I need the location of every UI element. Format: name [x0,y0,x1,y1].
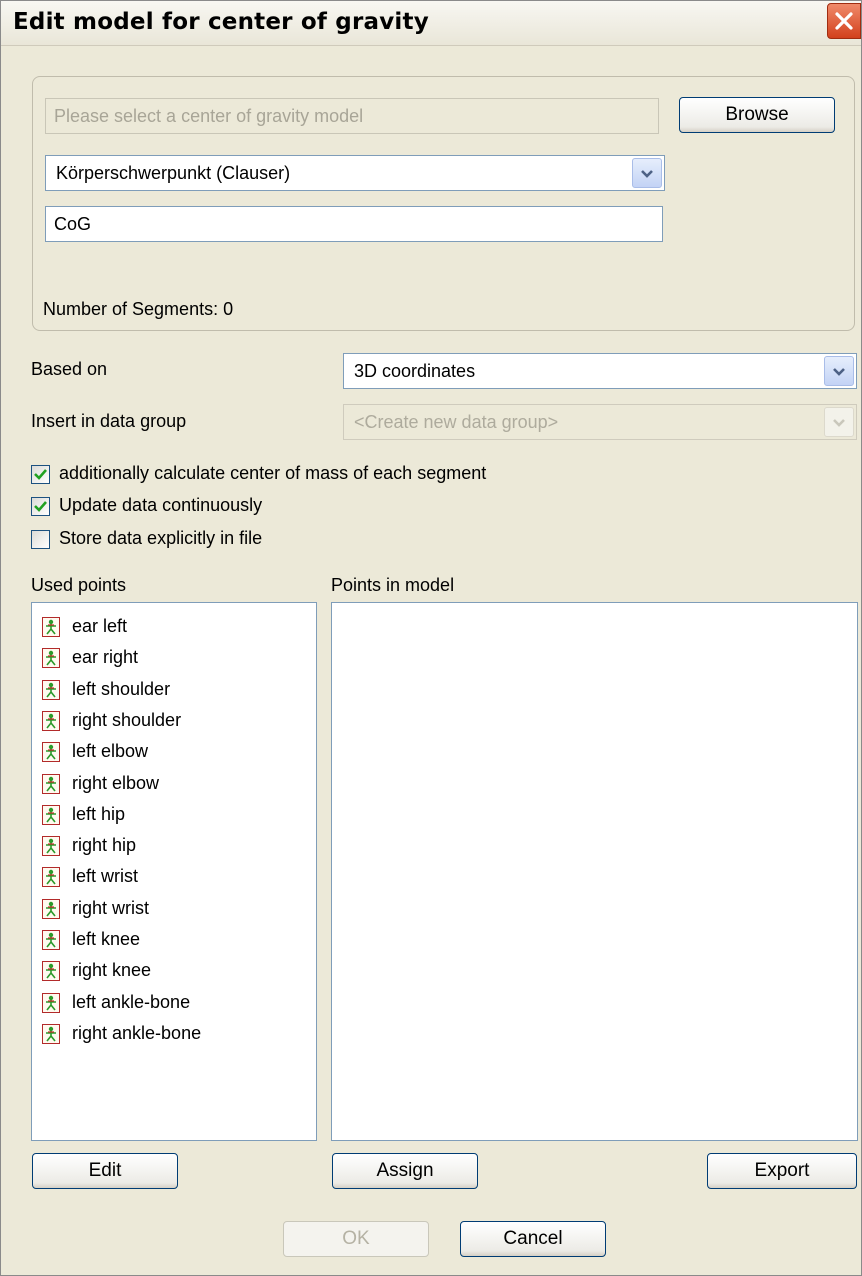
list-item-label: left wrist [72,866,139,887]
ok-button: OK [283,1221,429,1257]
data-group-value: <Create new data group> [354,412,559,432]
data-group-dropdown-button [824,407,854,437]
update-continuously-checkbox[interactable] [31,497,50,516]
person-point-icon [42,710,60,731]
points-in-model-header: Points in model [331,575,455,595]
list-item-label: ear right [72,647,139,668]
store-in-file-label[interactable]: Store data explicitly in file [59,528,262,549]
chevron-down-icon [641,170,653,178]
person-point-icon [42,648,60,669]
person-point-icon [42,1023,60,1044]
list-item-label: right shoulder [72,709,182,730]
checkmark-icon [34,469,47,480]
points-in-model-list[interactable] [331,602,858,1141]
list-item-label: right ankle-bone [72,1022,202,1043]
used-points-header: Used points [31,575,127,595]
model-select-dropdown-button[interactable] [632,158,662,188]
person-point-icon [42,742,60,763]
title-bar[interactable]: Edit model for center of gravity [1,1,861,46]
list-item-label: left knee [72,929,141,949]
list-item-label: ear left [72,616,128,636]
assign-button[interactable]: Assign [332,1153,478,1189]
cancel-button[interactable]: Cancel [460,1221,606,1257]
segments-count: Number of Segments: 0 [43,299,234,319]
calc-segment-mass-label[interactable]: additionally calculate center of mass of… [59,463,486,484]
data-group-select: <Create new data group> [343,404,857,440]
model-select-value: Körperschwerpunkt (Clauser) [56,163,291,183]
based-on-value: 3D coordinates [354,361,476,381]
person-point-icon [42,930,60,950]
list-item-label: right elbow [72,772,160,793]
close-icon [835,12,853,30]
person-point-icon [42,836,60,857]
person-point-icon [42,961,60,982]
person-point-icon [42,867,60,888]
list-item-label: left elbow [72,741,149,762]
model-name-input[interactable]: CoG [45,206,663,242]
person-point-icon [42,773,60,794]
person-point-icon [42,804,60,825]
edit-button[interactable]: Edit [32,1153,178,1189]
close-button[interactable] [827,3,861,39]
dialog-title: Edit model for center of gravity [13,9,429,35]
used-points-list[interactable]: ear left ear right left shoulder right shou… [31,602,317,1141]
based-on-dropdown-button[interactable] [824,356,854,386]
browse-button[interactable]: Browse [679,97,835,133]
checkmark-icon [34,501,47,512]
model-select[interactable]: Körperschwerpunkt (Clauser) [45,155,665,191]
list-item-label: right knee [72,960,152,981]
calc-segment-mass-checkbox[interactable] [31,465,50,484]
list-item-label: right wrist [72,897,150,918]
store-in-file-checkbox[interactable] [31,530,50,549]
update-continuously-label[interactable]: Update data continuously [59,495,262,516]
list-item-label: left shoulder [72,678,171,699]
list-item-label: left hip [72,803,126,824]
insert-data-group-label: Insert in data group [31,411,187,431]
dialog-window: Edit model for center of gravity Please … [0,0,862,1276]
export-button[interactable]: Export [707,1153,857,1189]
model-file-field: Please select a center of gravity model [45,98,659,134]
based-on-label: Based on [31,359,108,379]
person-point-icon [42,898,60,919]
list-item-label: left ankle-bone [72,991,191,1012]
person-point-icon [42,992,60,1013]
list-item-label: right hip [72,835,137,856]
person-point-icon [42,617,60,637]
chevron-down-icon [833,368,845,376]
chevron-down-icon [833,419,845,427]
based-on-select[interactable]: 3D coordinates [343,353,857,389]
person-point-icon [42,679,60,700]
